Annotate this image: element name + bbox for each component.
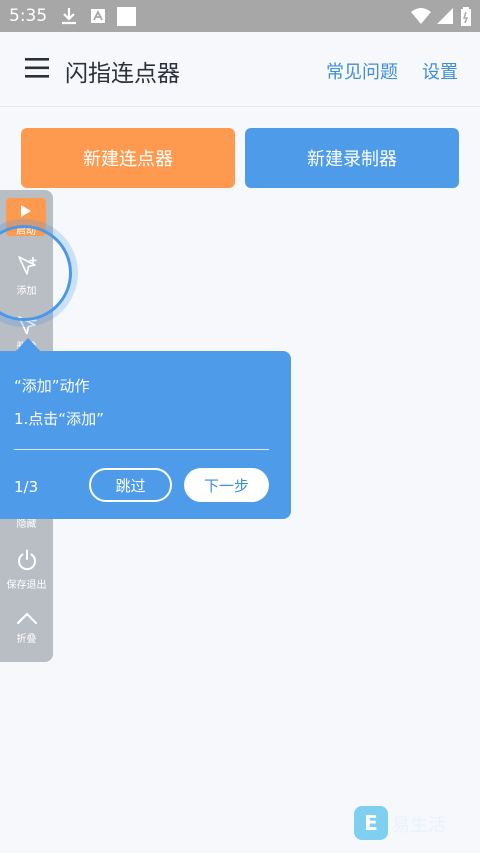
highlight-ring (0, 225, 72, 321)
onboarding-tooltip: “添加”动作 1.点击“添加” 1/3 跳过 下一步 (0, 351, 291, 519)
tooltip-arrow (15, 338, 41, 352)
status-time: 5:35 (9, 6, 48, 26)
save-exit-label: 保存退出 (6, 580, 47, 591)
save-exit-button[interactable]: 保存退出 (0, 548, 53, 591)
tooltip-title: “添加”动作 (14, 377, 90, 395)
watermark-text: 易生活 (392, 815, 446, 836)
tooltip-step: 1.点击“添加” (14, 410, 104, 428)
power-icon (17, 549, 36, 571)
chevron-up-icon (16, 612, 37, 625)
square-icon (117, 7, 136, 26)
app-title: 闪指连点器 (65, 61, 180, 87)
signal-icon (437, 8, 453, 24)
settings-link[interactable]: 设置 (422, 58, 458, 84)
skip-button[interactable]: 跳过 (89, 468, 172, 502)
status-bar: 5:35 (0, 0, 480, 32)
download-icon (62, 8, 76, 25)
tooltip-counter: 1/3 (14, 478, 39, 496)
wifi-icon (411, 8, 431, 24)
watermark: E 易生活 (354, 806, 474, 842)
new-clicker-button[interactable]: 新建连点器 (21, 128, 235, 188)
collapse-button[interactable]: 折叠 (0, 610, 53, 645)
app-bar: 闪指连点器 常见问题 设置 (0, 32, 480, 107)
collapse-label: 折叠 (16, 634, 37, 645)
watermark-logo: E (354, 806, 388, 840)
next-step-button[interactable]: 下一步 (184, 468, 269, 502)
tooltip-divider (14, 449, 269, 450)
battery-icon (461, 7, 471, 26)
menu-icon[interactable] (25, 57, 49, 79)
play-icon (21, 205, 31, 217)
a-icon (91, 9, 105, 23)
new-recorder-button[interactable]: 新建录制器 (245, 128, 459, 188)
faq-link[interactable]: 常见问题 (326, 58, 398, 84)
